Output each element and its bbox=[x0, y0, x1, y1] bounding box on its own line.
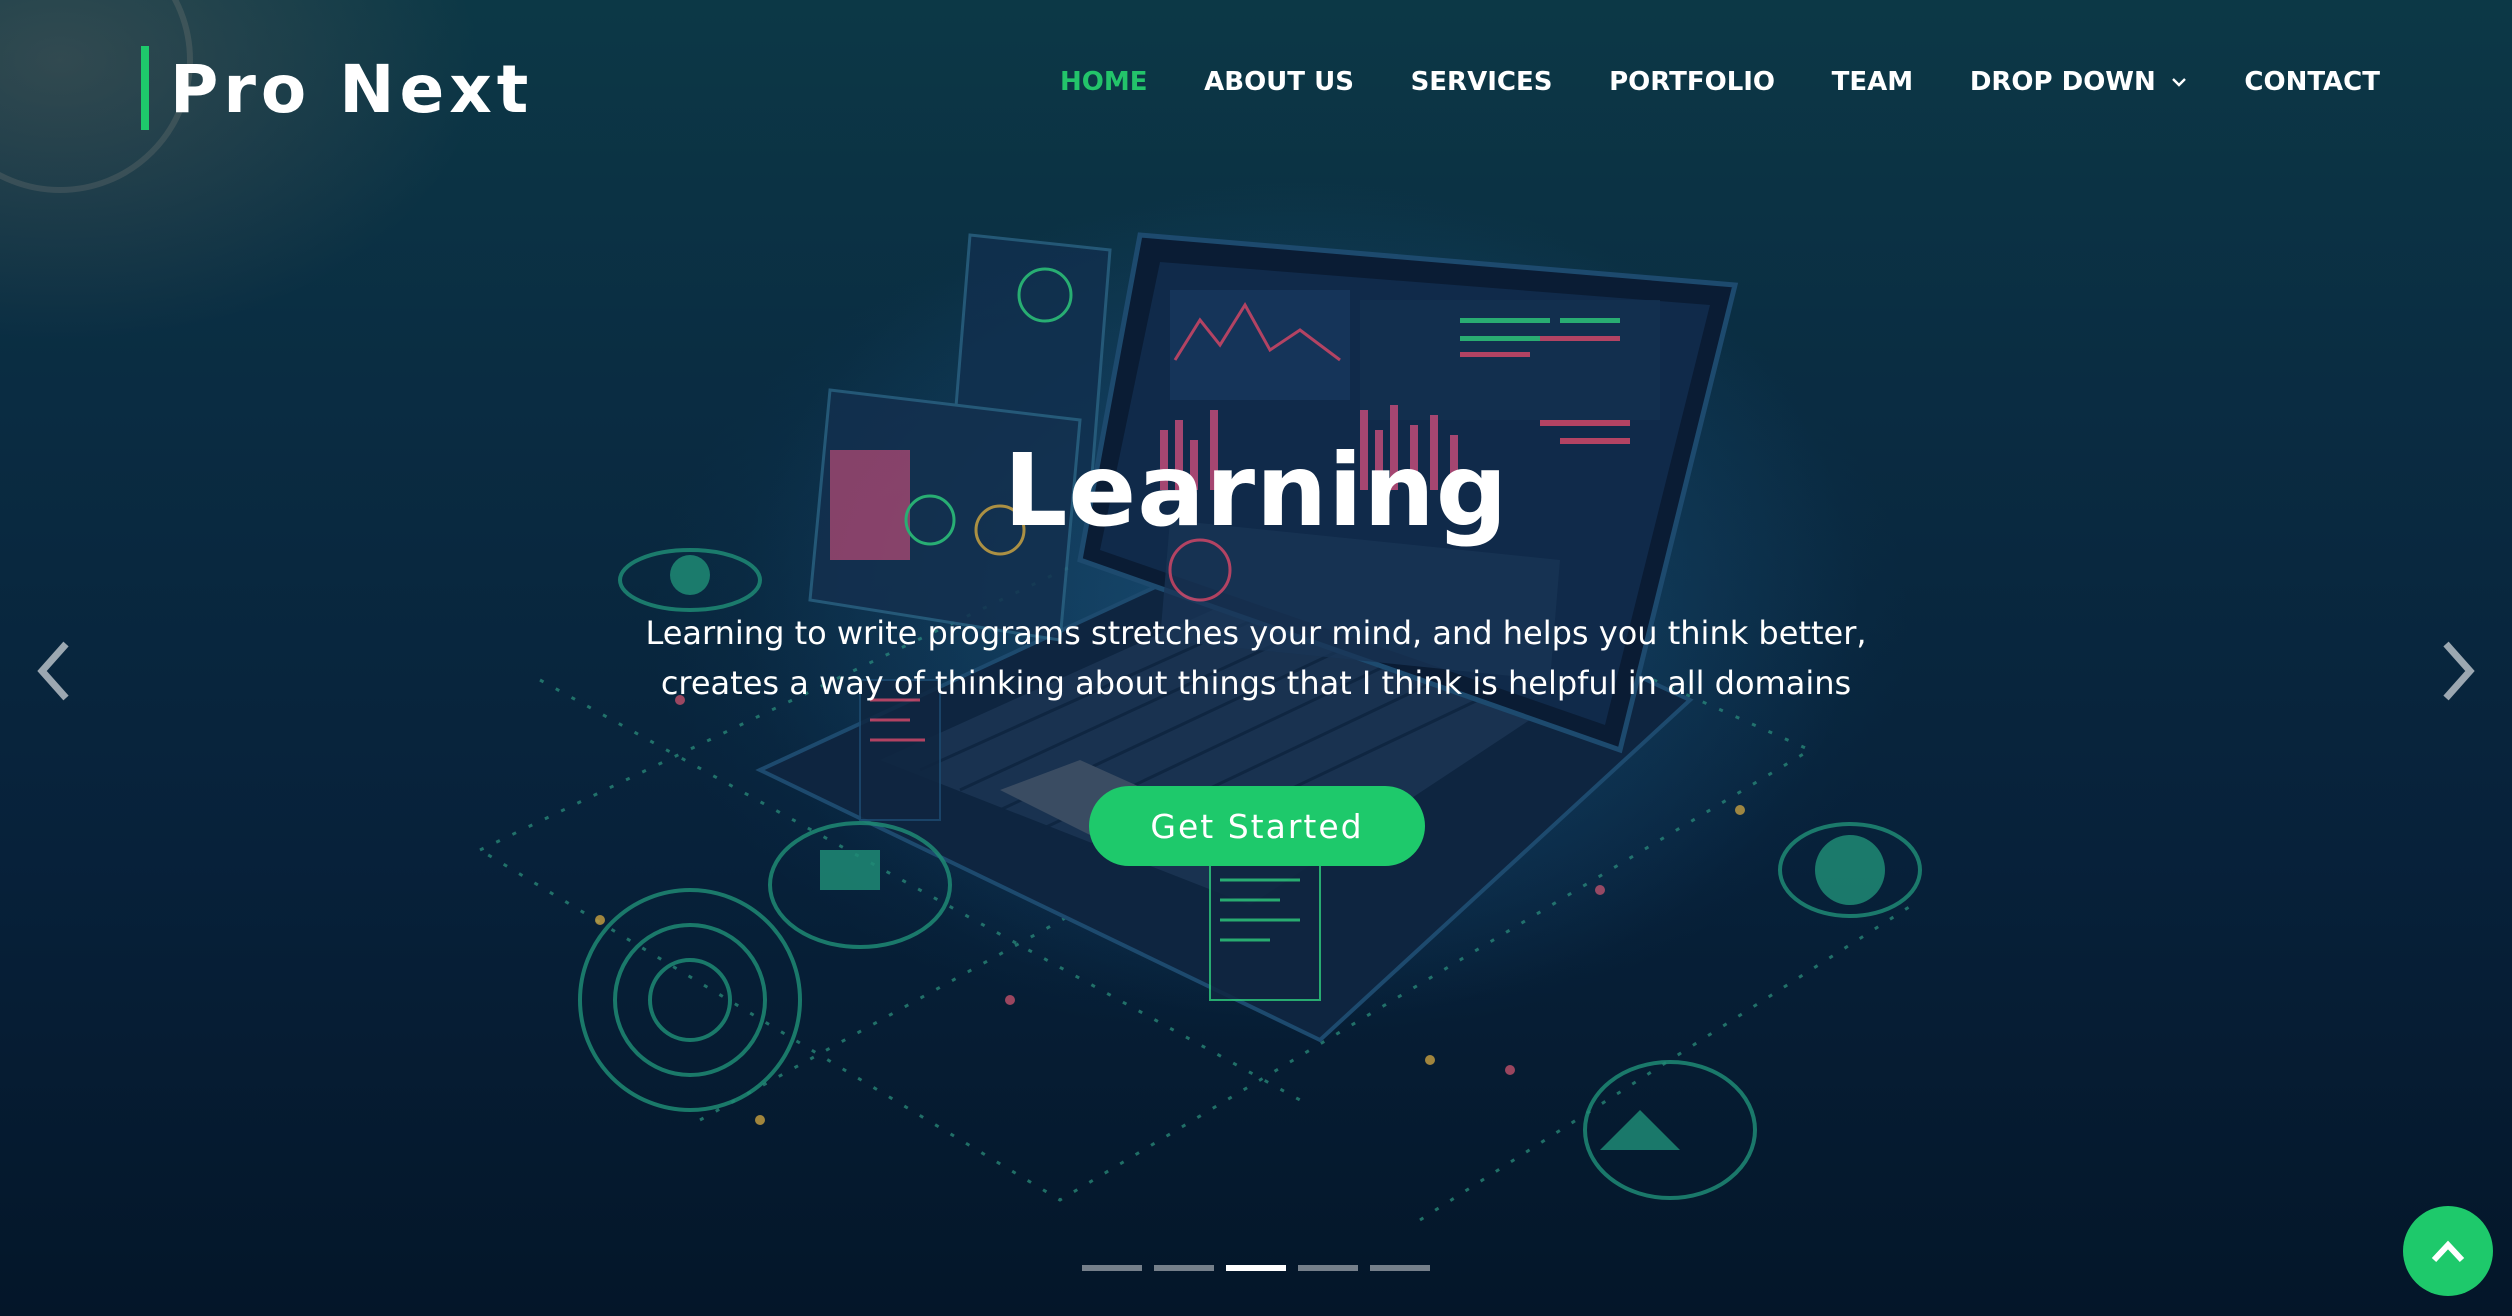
chevron-up-icon bbox=[2431, 1240, 2465, 1263]
nav-item-drop-down-label: DROP DOWN bbox=[1969, 67, 2156, 97]
nav-item-home[interactable]: HOME bbox=[1060, 67, 1148, 97]
back-to-top-button[interactable] bbox=[2403, 1206, 2493, 1296]
nav-item-portfolio[interactable]: PORTFOLIO bbox=[1609, 67, 1775, 97]
logo-accent-bar bbox=[141, 46, 149, 130]
nav-item-drop-down[interactable]: DROP DOWN bbox=[1970, 67, 2188, 97]
nav-item-team[interactable]: TEAM bbox=[1832, 67, 1914, 97]
carousel-indicator[interactable] bbox=[1370, 1265, 1430, 1271]
carousel-indicators bbox=[1082, 1265, 1432, 1273]
nav-item-about-us[interactable]: ABOUT US bbox=[1204, 67, 1354, 97]
hero-title: Learning bbox=[1003, 432, 1509, 549]
chevron-right-icon bbox=[2443, 641, 2475, 701]
main-nav: HOME ABOUT US SERVICES PORTFOLIO TEAM DR… bbox=[1060, 60, 2380, 104]
carousel-indicator[interactable] bbox=[1082, 1265, 1142, 1271]
get-started-button[interactable]: Get Started bbox=[1089, 786, 1425, 866]
nav-item-contact[interactable]: CONTACT bbox=[2244, 67, 2380, 97]
carousel-prev-button[interactable] bbox=[30, 636, 80, 706]
hero-carousel: Pro Next HOME ABOUT US SERVICES PORTFOLI… bbox=[0, 0, 2512, 1316]
carousel-next-button[interactable] bbox=[2432, 636, 2482, 706]
carousel-indicator[interactable] bbox=[1298, 1265, 1358, 1271]
carousel-indicator[interactable] bbox=[1154, 1265, 1214, 1271]
chevron-left-icon bbox=[37, 641, 69, 701]
chevron-down-icon bbox=[2171, 78, 2186, 87]
nav-item-services[interactable]: SERVICES bbox=[1411, 67, 1553, 97]
brand-logo[interactable]: Pro Next bbox=[170, 48, 533, 132]
carousel-indicator-active[interactable] bbox=[1226, 1265, 1286, 1271]
hero-description: Learning to write programs stretches you… bbox=[645, 614, 1867, 702]
